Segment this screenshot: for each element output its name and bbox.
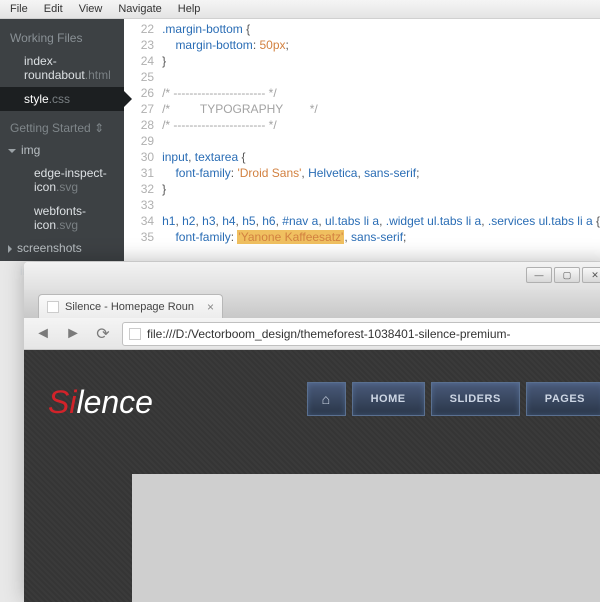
working-file-item-active[interactable]: style.css	[0, 87, 124, 111]
folder-screenshots[interactable]: screenshots	[0, 237, 124, 259]
sort-icon: ⇕	[94, 121, 104, 135]
getting-started-header[interactable]: Getting Started ⇕	[0, 111, 124, 139]
editor-sidebar: Working Files index-roundabout.html styl…	[0, 19, 124, 261]
file-ext: .svg	[56, 180, 78, 194]
menu-view[interactable]: View	[71, 0, 111, 18]
close-tab-icon[interactable]: ×	[207, 300, 214, 314]
favicon-icon	[47, 301, 59, 313]
tab-title: Silence - Homepage Roun	[65, 301, 194, 313]
close-button[interactable]: ✕	[582, 267, 600, 283]
tree-file[interactable]: edge-inspect-icon.svg	[0, 161, 124, 199]
forward-button[interactable]: ►	[62, 323, 84, 345]
nav-pages[interactable]: PAGES	[526, 382, 600, 416]
back-button[interactable]: ◄	[32, 323, 54, 345]
nav-home-icon[interactable]: ⌂	[307, 382, 346, 416]
file-ext: .html	[85, 68, 111, 82]
nav-home[interactable]: HOME	[352, 382, 425, 416]
file-name: style	[24, 92, 49, 106]
site-logo[interactable]: Silence	[48, 384, 153, 421]
browser-toolbar: ◄ ► ⟳ file:///D:/Vectorboom_design/theme…	[24, 318, 600, 350]
minimize-button[interactable]: —	[526, 267, 552, 283]
window-controls: — ▢ ✕	[526, 267, 600, 283]
file-name: index-roundabout	[24, 54, 85, 82]
reload-button[interactable]: ⟳	[92, 323, 114, 345]
browser-tabstrip: Silence - Homepage Roun ×	[24, 290, 600, 318]
editor-body: Working Files index-roundabout.html styl…	[0, 19, 600, 261]
folder-img[interactable]: img	[0, 139, 124, 161]
menu-file[interactable]: File	[2, 0, 36, 18]
logo-text: lence	[76, 384, 153, 420]
menu-help[interactable]: Help	[170, 0, 209, 18]
browser-tab[interactable]: Silence - Homepage Roun ×	[38, 294, 223, 318]
tree-file[interactable]: webfonts-icon.svg	[0, 199, 124, 237]
code-lines[interactable]: .margin-bottom { margin-bottom: 50px; } …	[162, 19, 600, 261]
chevron-right-icon	[8, 245, 12, 253]
url-favicon-icon	[129, 328, 141, 340]
webpage-content: Silence ⌂ HOME SLIDERS PAGES	[24, 350, 600, 602]
browser-window: — ▢ ✕ Silence - Homepage Roun × ◄ ► ⟳ fi…	[24, 262, 600, 602]
editor-menubar: File Edit View Navigate Help	[0, 0, 600, 19]
logo-accent: Si	[48, 384, 76, 420]
menu-navigate[interactable]: Navigate	[110, 0, 169, 18]
site-nav: ⌂ HOME SLIDERS PAGES	[307, 382, 600, 416]
maximize-button[interactable]: ▢	[554, 267, 580, 283]
page-content-area	[132, 474, 600, 602]
nav-sliders[interactable]: SLIDERS	[431, 382, 520, 416]
url-text: file:///D:/Vectorboom_design/themeforest…	[147, 327, 511, 341]
working-file-item[interactable]: index-roundabout.html	[0, 49, 124, 87]
menu-edit[interactable]: Edit	[36, 0, 71, 18]
address-bar[interactable]: file:///D:/Vectorboom_design/themeforest…	[122, 322, 600, 346]
file-ext: .css	[49, 92, 70, 106]
browser-titlebar[interactable]: — ▢ ✕	[24, 262, 600, 290]
file-ext: .svg	[56, 218, 78, 232]
working-files-header[interactable]: Working Files	[0, 27, 124, 49]
line-gutter: 22 23 24 25 26 27 28 29 30 31 32 33 34 3…	[124, 19, 162, 261]
chevron-down-icon	[8, 149, 16, 153]
code-editor[interactable]: 22 23 24 25 26 27 28 29 30 31 32 33 34 3…	[124, 19, 600, 261]
